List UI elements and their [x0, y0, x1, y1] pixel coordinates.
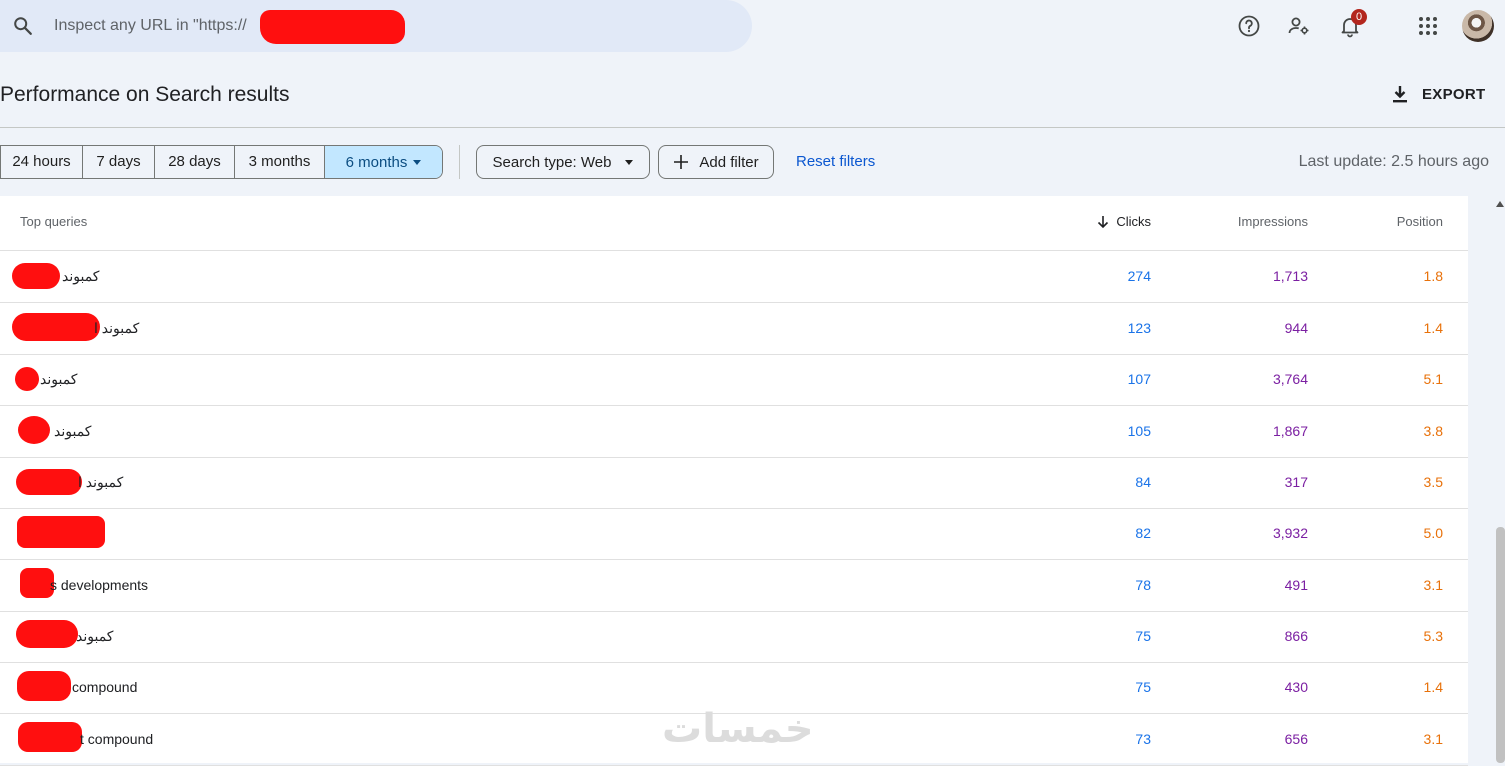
redaction-mark	[260, 10, 405, 44]
range-28-days[interactable]: 28 days	[155, 146, 235, 178]
position-value: 1.4	[1423, 679, 1443, 695]
clicks-value: 84	[1135, 474, 1151, 490]
sort-descending-icon	[1098, 215, 1109, 228]
add-filter-button[interactable]: Add filter	[658, 145, 774, 179]
query-text: كمبوند ا	[78, 474, 124, 490]
notification-count-badge: 0	[1351, 9, 1367, 25]
export-button[interactable]: EXPORT	[1388, 80, 1485, 108]
range-7-days[interactable]: 7 days	[83, 146, 155, 178]
table-row[interactable]: كمبوند 274 1,713 1.8	[0, 251, 1468, 303]
clicks-value: 105	[1127, 423, 1151, 439]
dropdown-caret-icon	[625, 159, 634, 165]
clicks-value: 82	[1135, 525, 1151, 541]
clicks-value: 123	[1127, 320, 1151, 336]
redaction-mark	[20, 568, 54, 598]
query-text: كمبوند	[62, 268, 100, 284]
search-type-filter[interactable]: Search type: Web	[476, 145, 650, 179]
impressions-value: 866	[1284, 628, 1308, 644]
impressions-value: 317	[1284, 474, 1308, 490]
header-position[interactable]: Position	[1397, 214, 1443, 229]
table-row[interactable]: s developments 78 491 3.1	[0, 560, 1468, 612]
date-range-selector: 24 hours 7 days 28 days 3 months 6 month…	[0, 145, 443, 179]
clicks-value: 107	[1127, 371, 1151, 387]
impressions-value: 656	[1284, 731, 1308, 747]
account-avatar[interactable]	[1462, 10, 1494, 42]
query-text: compound	[72, 679, 138, 695]
impressions-value: 1,867	[1272, 423, 1308, 439]
range-6-months[interactable]: 6 months	[325, 146, 442, 178]
impressions-value: 3,932	[1272, 525, 1308, 541]
position-value: 1.8	[1423, 268, 1443, 284]
header-top-queries[interactable]: Top queries	[20, 214, 87, 229]
range-24-hours[interactable]: 24 hours	[1, 146, 83, 178]
redaction-mark	[12, 313, 100, 341]
query-text: كمبوند	[40, 371, 78, 387]
impressions-value: 1,713	[1272, 268, 1308, 284]
redaction-mark	[12, 263, 60, 289]
table-row[interactable]: كمبوند ا 84 317 3.5	[0, 457, 1468, 509]
impressions-value: 491	[1284, 577, 1308, 593]
url-inspection-search-bar[interactable]	[0, 0, 752, 52]
query-text: t compound	[80, 731, 154, 747]
header-clicks-label: Clicks	[1116, 214, 1151, 229]
position-value: 3.5	[1423, 474, 1443, 490]
header-clicks[interactable]: Clicks	[1096, 214, 1151, 229]
filter-separator	[459, 145, 460, 179]
header-divider	[0, 127, 1505, 128]
clicks-value: 75	[1135, 679, 1151, 695]
manage-users-icon[interactable]	[1287, 14, 1311, 38]
scroll-up-arrow-icon[interactable]	[1496, 201, 1504, 207]
help-icon[interactable]	[1237, 14, 1261, 38]
table-row[interactable]: 82 3,932 5.0	[0, 508, 1468, 560]
position-value: 5.0	[1423, 525, 1443, 541]
position-value: 5.3	[1423, 628, 1443, 644]
clicks-value: 75	[1135, 628, 1151, 644]
apps-grid-icon[interactable]	[1416, 14, 1440, 38]
range-6-months-label: 6 months	[345, 153, 408, 171]
scrollbar-thumb[interactable]	[1496, 527, 1505, 763]
export-label: EXPORT	[1422, 85, 1486, 103]
position-value: 3.1	[1423, 577, 1443, 593]
last-update-text: Last update: 2.5 hours ago	[1298, 153, 1489, 170]
reset-filters-link[interactable]: Reset filters	[796, 153, 875, 170]
redaction-mark	[17, 671, 71, 701]
queries-table: Top queries Clicks Impressions Position …	[0, 196, 1468, 766]
search-icon[interactable]	[12, 15, 34, 37]
redaction-mark	[15, 367, 39, 391]
query-text: كمبوند	[76, 628, 114, 644]
impressions-value: 430	[1284, 679, 1308, 695]
position-value: 3.8	[1423, 423, 1443, 439]
plus-icon	[674, 155, 689, 169]
search-type-label: Search type: Web	[492, 153, 612, 171]
page-title: Performance on Search results	[0, 83, 290, 106]
redaction-mark	[18, 416, 50, 444]
position-value: 3.1	[1423, 731, 1443, 747]
redaction-mark	[17, 516, 105, 548]
download-icon	[1393, 86, 1407, 103]
table-row[interactable]: كمبوند 107 3,764 5.1	[0, 354, 1468, 406]
header-impressions[interactable]: Impressions	[1238, 214, 1308, 229]
table-header: Top queries Clicks Impressions Position	[0, 196, 1468, 251]
table-row[interactable]: كمبوند 105 1,867 3.8	[0, 406, 1468, 458]
redaction-mark	[16, 620, 78, 648]
table-row[interactable]: كمبوند 75 866 5.3	[0, 611, 1468, 663]
query-text: كمبوند	[54, 423, 92, 439]
add-filter-label: Add filter	[699, 153, 759, 171]
clicks-value: 78	[1135, 577, 1151, 593]
redaction-mark	[16, 469, 82, 495]
url-inspection-input[interactable]	[54, 14, 259, 38]
query-text: كمبوند ا	[94, 320, 140, 336]
watermark: خمسات	[662, 706, 814, 752]
range-3-months[interactable]: 3 months	[235, 146, 325, 178]
query-text: s developments	[50, 577, 149, 593]
dropdown-caret-icon	[413, 159, 422, 165]
impressions-value: 3,764	[1272, 371, 1308, 387]
position-value: 5.1	[1423, 371, 1443, 387]
impressions-value: 944	[1284, 320, 1308, 336]
clicks-value: 73	[1135, 731, 1151, 747]
redaction-mark	[18, 722, 82, 752]
table-row[interactable]: كمبوند ا 123 944 1.4	[0, 303, 1468, 355]
clicks-value: 274	[1127, 268, 1151, 284]
position-value: 1.4	[1423, 320, 1443, 336]
